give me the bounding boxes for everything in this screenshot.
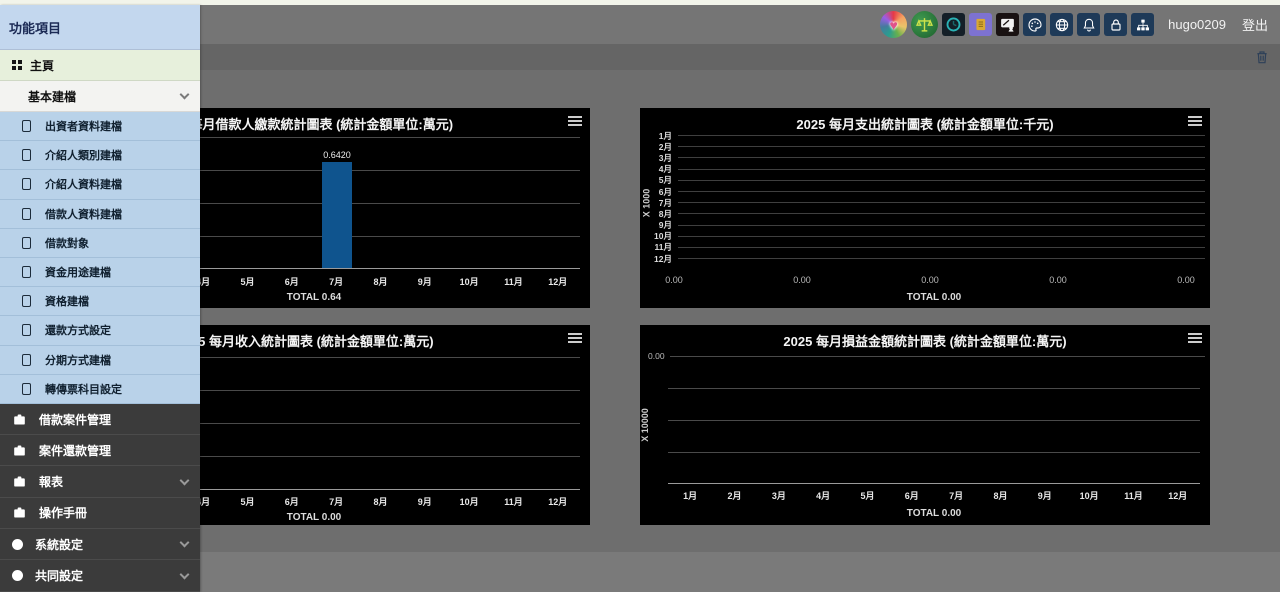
dashboard-screen: ♥ hugo0209 登出 bbox=[0, 0, 1280, 592]
sidebar-item-fund-usage[interactable]: 資金用途建檔 bbox=[0, 258, 200, 287]
clock-icon[interactable] bbox=[942, 13, 965, 36]
trash-icon[interactable] bbox=[1254, 49, 1270, 65]
category-rows: 1月 2月 3月 4月 5月 6月 7月 8月 9月 10月 11月 12月 bbox=[650, 130, 1205, 264]
y-axis-tick: 0.00 bbox=[648, 351, 665, 361]
chart-menu-icon[interactable] bbox=[1188, 116, 1202, 118]
record-icon bbox=[22, 354, 31, 366]
chart-panel-profit-loss: 2025 每月損益金額統計圖表 (統計金額單位:萬元) X 10000 0.00… bbox=[640, 325, 1210, 525]
briefcase-icon bbox=[12, 505, 27, 520]
chart-menu-icon[interactable] bbox=[1188, 333, 1202, 335]
sidebar-item-borrower-data[interactable]: 借款人資料建檔 bbox=[0, 200, 200, 229]
chevron-down-icon bbox=[180, 475, 190, 485]
sitemap-icon[interactable] bbox=[1131, 13, 1154, 36]
record-icon bbox=[22, 295, 31, 307]
lock-icon[interactable] bbox=[1104, 13, 1127, 36]
sidebar-item-home[interactable]: 主頁 bbox=[0, 50, 200, 81]
sidebar-item-referrer-category[interactable]: 介紹人類別建檔 bbox=[0, 141, 200, 170]
chevron-down-icon bbox=[180, 569, 190, 579]
sidebar-section-loan-case-mgmt[interactable]: 借款案件管理 bbox=[0, 404, 200, 435]
sidebar-item-referrer-data[interactable]: 介紹人資料建檔 bbox=[0, 170, 200, 199]
x-axis-labels: 1月2月3月4月5月6月7月8月9月10月11月12月 bbox=[668, 489, 1200, 502]
sidebar-item-qualification[interactable]: 資格建檔 bbox=[0, 287, 200, 316]
sidebar-item-repayment-method[interactable]: 還款方式設定 bbox=[0, 316, 200, 345]
chart-total-label: TOTAL 0.00 bbox=[668, 292, 1200, 303]
logout-button[interactable]: 登出 bbox=[1242, 15, 1268, 34]
chart-total-label: TOTAL 0.00 bbox=[668, 508, 1200, 519]
sidebar-item-installment-method[interactable]: 分期方式建檔 bbox=[0, 346, 200, 375]
briefcase-icon bbox=[12, 412, 27, 427]
record-icon bbox=[22, 266, 31, 278]
record-icon bbox=[22, 120, 31, 132]
record-icon bbox=[22, 324, 31, 336]
y-axis-unit: X 10000 bbox=[640, 408, 650, 442]
sidebar-item-investor-data[interactable]: 出資者資料建檔 bbox=[0, 112, 200, 141]
record-icon bbox=[22, 208, 31, 220]
circle-icon bbox=[12, 539, 23, 550]
palette-icon[interactable] bbox=[1023, 13, 1046, 36]
globe-icon[interactable] bbox=[1050, 13, 1073, 36]
chart-menu-icon[interactable] bbox=[568, 116, 582, 118]
heart-glyph: ♥ bbox=[889, 18, 897, 32]
username-label[interactable]: hugo0209 bbox=[1168, 17, 1226, 32]
sidebar-section-manual[interactable]: 操作手冊 bbox=[0, 498, 200, 529]
chevron-down-icon bbox=[180, 538, 190, 548]
briefcase-icon bbox=[12, 443, 27, 458]
chart-menu-icon[interactable] bbox=[568, 333, 582, 335]
sidebar-section-reports[interactable]: 報表 bbox=[0, 466, 200, 497]
briefcase-icon bbox=[12, 474, 27, 489]
sidebar-item-loan-target[interactable]: 借款對象 bbox=[0, 229, 200, 258]
record-icon bbox=[22, 237, 31, 249]
circle-icon bbox=[12, 570, 23, 581]
sidebar-section-case-repayment-mgmt[interactable]: 案件還款管理 bbox=[0, 435, 200, 466]
record-icon bbox=[22, 383, 31, 395]
colorful-logo-icon[interactable]: ♥ bbox=[880, 11, 907, 38]
sidebar: 功能項目 主頁 基本建檔 出資者資料建檔 介紹人類別建檔 介紹人資料建檔 借款人… bbox=[0, 5, 200, 592]
record-icon bbox=[22, 178, 31, 190]
bar-july[interactable] bbox=[322, 162, 352, 268]
bell-icon[interactable] bbox=[1077, 13, 1100, 36]
grid-icon bbox=[12, 60, 16, 64]
bar-value-label: 0.6420 bbox=[307, 150, 367, 160]
sidebar-title: 功能項目 bbox=[0, 5, 200, 50]
x-axis-ticks: 0.000.000.000.000.00 bbox=[654, 275, 1206, 285]
scroll-icon[interactable] bbox=[969, 13, 992, 36]
sidebar-group-basic[interactable]: 基本建檔 bbox=[0, 81, 200, 112]
record-icon bbox=[22, 149, 31, 161]
sidebar-section-common-settings[interactable]: 共同設定 bbox=[0, 560, 200, 591]
sidebar-item-voucher-subject[interactable]: 轉傳票科目設定 bbox=[0, 375, 200, 404]
chart-panel-expenses: 2025 每月支出統計圖表 (統計金額單位:千元) X 1000 1月 2月 3… bbox=[640, 108, 1210, 308]
sidebar-section-system-settings[interactable]: 系統設定 bbox=[0, 529, 200, 560]
chevron-down-icon bbox=[180, 90, 190, 100]
green-balance-icon[interactable] bbox=[911, 11, 938, 38]
presentation-icon[interactable] bbox=[996, 13, 1019, 36]
chart-title: 2025 每月損益金額統計圖表 (統計金額單位:萬元) bbox=[640, 331, 1210, 350]
